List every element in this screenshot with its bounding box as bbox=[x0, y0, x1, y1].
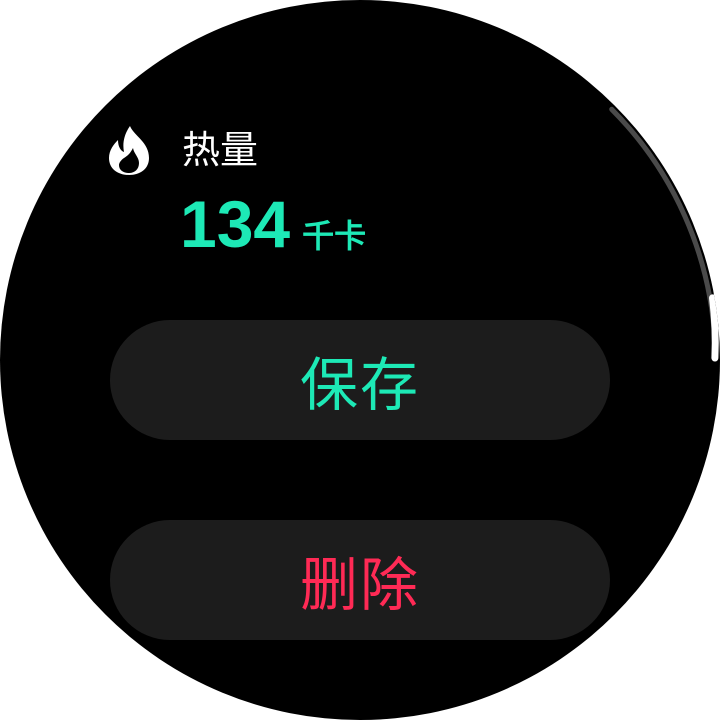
save-button[interactable]: 保存 bbox=[110, 320, 610, 440]
metric-value-row: 134 千卡 bbox=[180, 188, 366, 260]
metric-label: 热量 bbox=[182, 128, 259, 172]
watch-screen: 热量 134 千卡 保存 删除 bbox=[0, 0, 720, 720]
metric-header: 热量 bbox=[108, 124, 258, 176]
scroll-track bbox=[609, 106, 718, 345]
scroll-thumb[interactable] bbox=[709, 294, 719, 362]
metric-value: 134 bbox=[180, 187, 291, 261]
metric-unit: 千卡 bbox=[302, 217, 367, 255]
delete-button[interactable]: 删除 bbox=[110, 520, 610, 640]
flame-icon bbox=[109, 126, 149, 175]
